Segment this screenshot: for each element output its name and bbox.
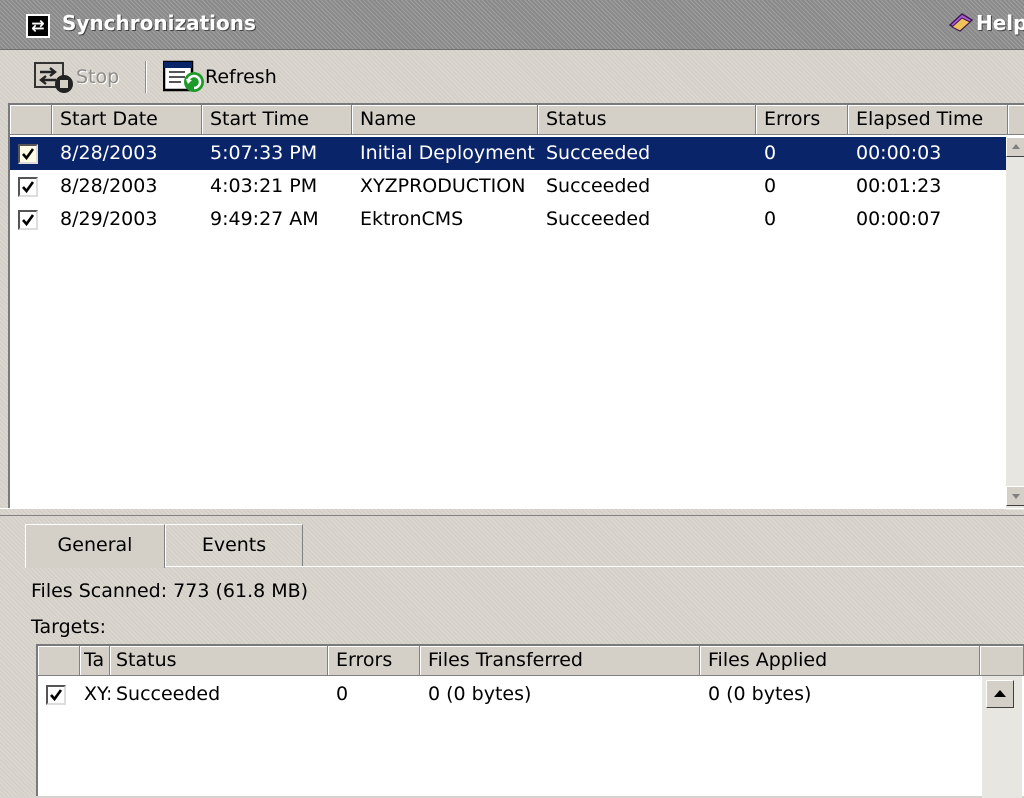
targets-scroll-up-button[interactable] bbox=[986, 680, 1014, 708]
scroll-down-button[interactable] bbox=[1006, 486, 1024, 506]
target-checkbox[interactable] bbox=[46, 685, 66, 705]
checkmark-icon bbox=[22, 214, 35, 227]
help-label: Help bbox=[976, 11, 1024, 35]
column-header-start-time[interactable]: Start Time bbox=[202, 105, 352, 135]
title-bar: ⇄ Synchronizations Help bbox=[0, 0, 1024, 50]
column-header-start-date[interactable]: Start Date bbox=[52, 105, 202, 135]
target-status-cell: Succeeded bbox=[116, 683, 221, 705]
sync-arrows-icon: ⇄ bbox=[26, 14, 50, 38]
sync-row[interactable]: 8/28/2003 4:03:21 PM XYZPRODUCTION Succe… bbox=[10, 170, 1006, 203]
errors-cell: 0 bbox=[764, 175, 777, 197]
column-header-name[interactable]: Name bbox=[352, 105, 538, 135]
stop-button[interactable]: Stop bbox=[34, 59, 119, 95]
stop-label: Stop bbox=[76, 66, 120, 88]
start-time-cell: 4:03:21 PM bbox=[210, 175, 318, 197]
target-errors-cell: 0 bbox=[336, 683, 349, 705]
targets-list[interactable]: Ta Status Errors Files Transferred Files… bbox=[36, 644, 1024, 798]
column-header-filler bbox=[1008, 105, 1024, 135]
start-date-cell: 8/28/2003 bbox=[60, 175, 158, 197]
files-transferred-cell: 0 (0 bytes) bbox=[428, 683, 532, 705]
targets-label: Targets: bbox=[31, 616, 107, 638]
targets-vertical-scrollbar[interactable] bbox=[982, 676, 1022, 798]
scroll-up-button[interactable] bbox=[1006, 137, 1024, 157]
files-scanned-label: Files Scanned: bbox=[31, 580, 168, 602]
synchronizations-list[interactable]: Start Date Start Time Name Status Errors… bbox=[8, 103, 1024, 510]
start-date-cell: 8/28/2003 bbox=[60, 142, 158, 164]
arrow-down-icon bbox=[1012, 494, 1020, 499]
start-time-cell: 9:49:27 AM bbox=[210, 208, 319, 230]
targets-header-files-transferred[interactable]: Files Transferred bbox=[420, 646, 700, 676]
status-cell: Succeeded bbox=[546, 142, 651, 164]
status-cell: Succeeded bbox=[546, 175, 651, 197]
panel-title: Synchronizations bbox=[62, 11, 256, 35]
elapsed-time-cell: 00:00:07 bbox=[856, 208, 942, 230]
row-checkbox[interactable] bbox=[18, 177, 38, 197]
row-checkbox[interactable] bbox=[18, 144, 38, 164]
refresh-label: Refresh bbox=[205, 66, 277, 88]
toolbar: Stop Refresh bbox=[0, 51, 1024, 103]
help-book-icon bbox=[948, 13, 974, 32]
refresh-button[interactable]: Refresh bbox=[163, 59, 277, 95]
targets-header-target[interactable]: Ta bbox=[80, 646, 110, 676]
target-cell: XY: bbox=[84, 683, 110, 705]
status-cell: Succeeded bbox=[546, 208, 651, 230]
name-cell: Initial Deployment bbox=[360, 142, 535, 164]
elapsed-time-cell: 00:01:23 bbox=[856, 175, 942, 197]
errors-cell: 0 bbox=[764, 208, 777, 230]
synchronizations-panel: ⇄ Synchronizations Help Stop Refresh Sta… bbox=[0, 0, 1024, 798]
pane-splitter[interactable] bbox=[0, 508, 1024, 516]
checkmark-icon bbox=[22, 148, 35, 161]
column-header-status[interactable]: Status bbox=[538, 105, 756, 135]
checkmark-icon bbox=[22, 181, 35, 194]
toolbar-separator bbox=[145, 61, 147, 93]
targets-header-check[interactable] bbox=[38, 646, 80, 676]
tab-events[interactable]: Events bbox=[165, 524, 303, 566]
tab-general[interactable]: General bbox=[25, 524, 165, 568]
column-header-errors[interactable]: Errors bbox=[756, 105, 848, 135]
sync-row[interactable]: 8/29/2003 9:49:27 AM EktronCMS Succeeded… bbox=[10, 203, 1006, 236]
column-header-check[interactable] bbox=[10, 105, 52, 135]
checkmark-icon bbox=[50, 689, 63, 702]
name-cell: XYZPRODUCTION bbox=[360, 175, 526, 197]
errors-cell: 0 bbox=[764, 142, 777, 164]
targets-header-status[interactable]: Status bbox=[110, 646, 328, 676]
help-link[interactable]: Help bbox=[948, 11, 1024, 35]
targets-header-filler bbox=[980, 646, 1024, 676]
sync-row[interactable]: 8/28/2003 5:07:33 PM Initial Deployment … bbox=[10, 137, 1006, 170]
files-scanned-value: 773 (61.8 MB) bbox=[173, 580, 309, 602]
list-vertical-scrollbar[interactable] bbox=[1006, 137, 1024, 510]
start-time-cell: 5:07:33 PM bbox=[210, 142, 318, 164]
arrow-up-icon bbox=[994, 690, 1006, 697]
targets-header-files-applied[interactable]: Files Applied bbox=[700, 646, 980, 676]
start-date-cell: 8/29/2003 bbox=[60, 208, 158, 230]
name-cell: EktronCMS bbox=[360, 208, 464, 230]
elapsed-time-cell: 00:00:03 bbox=[856, 142, 942, 164]
row-checkbox[interactable] bbox=[18, 210, 38, 230]
target-row[interactable]: XY: Succeeded 0 0 (0 bytes) 0 (0 bytes) bbox=[38, 678, 980, 711]
targets-header-errors[interactable]: Errors bbox=[328, 646, 420, 676]
files-scanned: Files Scanned: 773 (61.8 MB) bbox=[31, 580, 308, 602]
arrow-up-icon bbox=[1012, 144, 1020, 149]
files-applied-cell: 0 (0 bytes) bbox=[708, 683, 812, 705]
refresh-icon bbox=[163, 60, 204, 92]
column-header-elapsed-time[interactable]: Elapsed Time bbox=[848, 105, 1008, 135]
tab-strip-line bbox=[25, 566, 1024, 567]
stop-icon bbox=[34, 62, 73, 93]
